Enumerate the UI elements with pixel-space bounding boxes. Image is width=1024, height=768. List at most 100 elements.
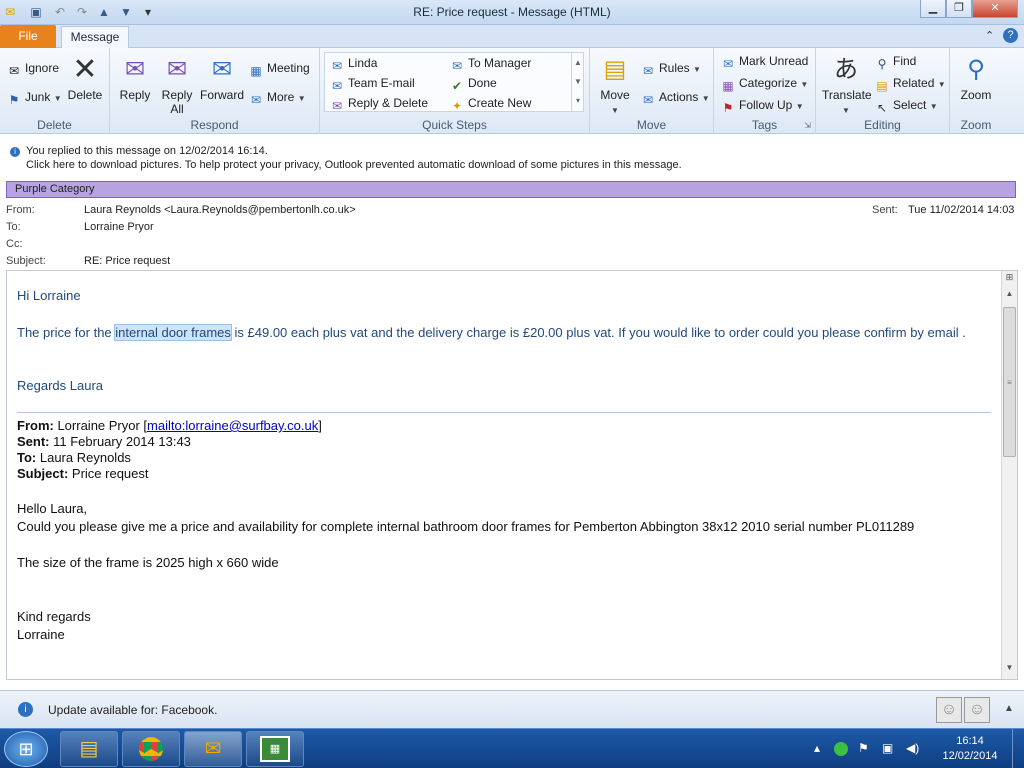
mark-unread-label: Mark Unread: [739, 54, 809, 68]
taskbar-chrome[interactable]: [122, 731, 180, 767]
quick-step-done[interactable]: ✔ Done: [449, 75, 497, 94]
reply-greeting: Hi Lorraine: [17, 288, 81, 303]
action-center-flag-icon[interactable]: ⚑: [858, 741, 869, 755]
reply-signoff: Regards Laura: [17, 378, 103, 393]
vertical-scrollbar[interactable]: ⊞ ▲ ≡ ▼: [1001, 271, 1017, 679]
quick-steps-gallery: ✉ Linda ✉ To Manager ✉ Team E-mail ✔ Done ✉ R…: [324, 52, 584, 114]
status-icon[interactable]: [834, 742, 848, 756]
reply-all-label-1: Reply: [161, 88, 193, 102]
chevron-down-icon: ▼: [53, 94, 62, 103]
price-text-start: The price for the: [17, 325, 116, 340]
cursor-icon: ↖: [876, 101, 888, 115]
quick-steps-group: ✉ Linda ✉ To Manager ✉ Team E-mail ✔ Done ✉ R…: [320, 48, 590, 134]
junk-button[interactable]: ⚑ Junk ▼: [6, 89, 62, 108]
quick-step-create-new[interactable]: ✦ Create New: [449, 95, 531, 114]
orig-sent-label: Sent:: [17, 434, 50, 449]
delete-label: Delete: [67, 88, 103, 102]
tab-message[interactable]: Message: [61, 26, 129, 49]
junk-label: Junk: [25, 90, 51, 104]
quick-step-to-manager[interactable]: ✉ To Manager: [449, 55, 531, 74]
tags-group-label: Tags: [751, 118, 778, 132]
scroll-thumb[interactable]: ≡: [1003, 307, 1016, 457]
info-icon: i: [10, 147, 20, 157]
network-icon[interactable]: ▣: [882, 741, 893, 755]
translate-button[interactable]: あ Translate ▼: [822, 54, 872, 118]
rules-button[interactable]: ✉ Rules ▼: [640, 60, 701, 79]
reply-all-button[interactable]: ✉ Reply All: [158, 54, 196, 116]
find-button[interactable]: ⚲ Find: [874, 53, 917, 72]
orig-subject-label: Subject:: [17, 466, 69, 481]
help-icon[interactable]: ?: [1003, 28, 1018, 43]
show-hidden-icons[interactable]: ▴: [814, 741, 820, 755]
clock[interactable]: 16:14 12/02/2014: [932, 734, 1008, 764]
follow-up-label: Follow Up: [739, 98, 793, 112]
quick-step-label: Team E-mail: [348, 76, 415, 90]
replied-notice: You replied to this message on 12/02/201…: [26, 145, 268, 157]
person-icon[interactable]: ☺: [936, 697, 962, 723]
follow-up-button[interactable]: ⚑ Follow Up ▼: [720, 97, 804, 116]
gallery-scroll[interactable]: ▲ ▼ ▾: [571, 53, 584, 111]
to-value[interactable]: Lorraine Pryor: [84, 221, 154, 233]
tab-file[interactable]: File: [0, 25, 56, 48]
checkmark-icon: ✔: [451, 79, 463, 93]
volume-icon[interactable]: ◀): [906, 741, 919, 755]
ribbon: ✉ Ignore ⚑ Junk ▼ ✕ Delete Delete ✉ Reply ✉ R…: [0, 48, 1024, 134]
reply-button[interactable]: ✉ Reply: [116, 54, 154, 102]
start-button[interactable]: ⊞: [4, 731, 48, 767]
orig-to-value: Laura Reynolds: [36, 450, 131, 465]
meeting-button[interactable]: ▦ Meeting: [248, 60, 309, 79]
move-button[interactable]: ▤ Move ▼: [596, 54, 634, 118]
scroll-down-arrow[interactable]: ▼: [1003, 663, 1016, 677]
minimize-button[interactable]: ▁: [920, 0, 946, 18]
update-notice[interactable]: Update available for: Facebook.: [48, 703, 217, 717]
forward-icon: ✉: [451, 59, 463, 73]
rules-icon: ✉: [642, 64, 654, 78]
folder-icon: ▤: [79, 738, 99, 760]
orig-from-end: ]: [318, 418, 322, 433]
sent-label: Sent:: [872, 204, 898, 216]
info-icon: i: [18, 702, 33, 717]
more-button[interactable]: ✉ More ▼: [248, 89, 306, 108]
editing-group: あ Translate ▼ ⚲ Find ▤ Related ▼ ↖ Select ▼ E…: [816, 48, 950, 134]
mark-unread-button[interactable]: ✉ Mark Unread: [720, 53, 808, 72]
selected-text[interactable]: internal door frames: [114, 324, 232, 341]
zoom-button[interactable]: ⚲ Zoom: [956, 54, 996, 102]
maximize-button[interactable]: ❐: [946, 0, 972, 18]
taskbar-sage[interactable]: ▦: [246, 731, 304, 767]
taskbar-outlook[interactable]: ✉: [184, 731, 242, 767]
actions-button[interactable]: ✉ Actions ▼: [640, 89, 710, 108]
translate-label: Translate: [822, 88, 872, 102]
categorize-button[interactable]: ▦ Categorize ▼: [720, 75, 808, 94]
info-bar[interactable]: i You replied to this message on 12/02/2…: [0, 134, 1024, 176]
ignore-button[interactable]: ✉ Ignore: [6, 60, 59, 79]
show-desktop-button[interactable]: [1012, 729, 1024, 768]
forward-button[interactable]: ✉ Forward: [200, 54, 244, 102]
create-new-icon: ✦: [451, 99, 463, 113]
window-title: RE: Price request - Message (HTML): [413, 5, 611, 19]
orig-signature: Lorraine: [17, 627, 65, 642]
person-icon[interactable]: ☺: [964, 697, 990, 723]
close-button[interactable]: ✕: [972, 0, 1018, 18]
quick-step-team-email[interactable]: ✉ Team E-mail: [329, 75, 415, 94]
quick-step-linda[interactable]: ✉ Linda: [329, 55, 377, 74]
to-label: To:: [6, 221, 21, 233]
from-value[interactable]: Laura Reynolds <Laura.Reynolds@pemberton…: [84, 204, 356, 216]
download-pictures-notice[interactable]: Click here to download pictures. To help…: [26, 159, 682, 171]
junk-icon: ⚑: [8, 93, 20, 107]
orig-size: The size of the frame is 2025 high x 660…: [17, 555, 279, 570]
zoom-toggle-icon[interactable]: ⊞: [1003, 272, 1016, 286]
scroll-up-arrow[interactable]: ▲: [1003, 289, 1016, 303]
message-body[interactable]: Hi Lorraine The price for the internal d…: [6, 270, 1018, 680]
more-icon: ✉: [250, 93, 262, 107]
delete-button[interactable]: ✕ Delete: [64, 54, 106, 103]
taskbar-explorer[interactable]: ▤: [60, 731, 118, 767]
binoculars-icon: ⚲: [877, 57, 887, 71]
select-button[interactable]: ↖ Select ▼: [874, 97, 938, 116]
mailto-link[interactable]: mailto:lorraine@surfbay.co.uk: [147, 418, 318, 433]
chevron-down-icon: ▼: [297, 94, 306, 103]
related-button[interactable]: ▤ Related ▼: [874, 75, 945, 94]
expand-people-pane-icon[interactable]: ▲: [1004, 703, 1014, 714]
collapse-ribbon-icon[interactable]: ⌃: [985, 29, 994, 42]
quick-step-reply-delete[interactable]: ✉ Reply & Delete: [329, 95, 428, 114]
orig-greeting: Hello Laura,: [17, 501, 88, 516]
